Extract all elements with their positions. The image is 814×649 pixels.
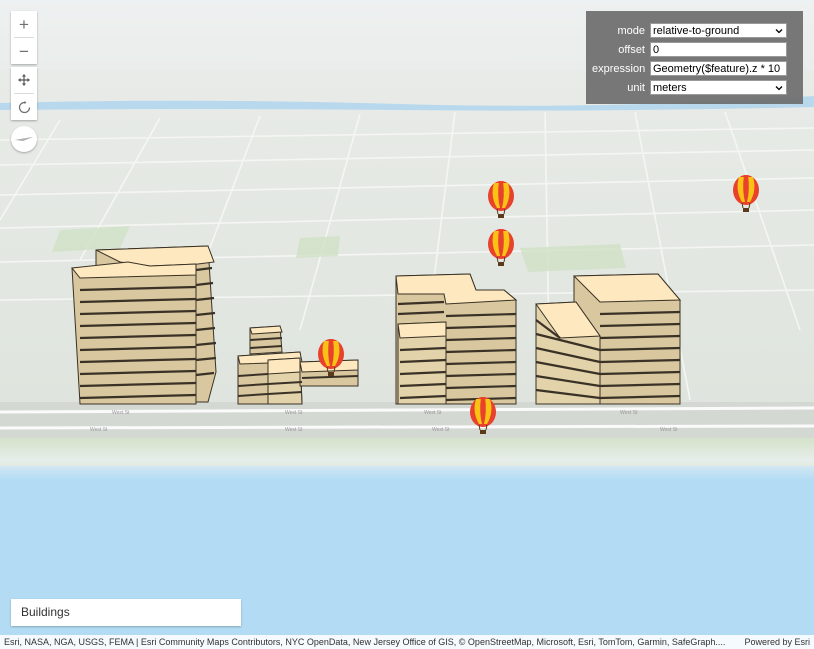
elevation-options-panel: mode relative-to-ground offset 0 express… [586,11,803,104]
chevron-down-icon [775,29,783,34]
move-arrows-icon [18,74,30,86]
minus-icon: − [19,41,29,61]
zoom-out-button[interactable]: − [11,38,37,64]
compass-icon [15,137,33,141]
rotate-button[interactable] [11,94,37,120]
mode-select-value: relative-to-ground [653,24,740,37]
expression-label: expression [592,62,646,75]
building-1[interactable] [71,245,217,405]
street-label: West St [112,410,130,416]
street-label: West St [90,427,108,433]
attribution-bar[interactable]: Esri, NASA, NGA, USGS, FEMA | Esri Commu… [0,635,814,649]
unit-row: unit meters [592,78,793,97]
building-3[interactable] [395,273,518,405]
expression-input[interactable]: Geometry($feature).z * 10 [650,61,787,76]
rotate-icon [18,100,30,113]
pan-button[interactable] [11,67,37,93]
chevron-down-icon [775,86,783,91]
street-label: West St [285,427,303,433]
mode-row: mode relative-to-ground [592,21,793,40]
expression-input-value: Geometry($feature).z * 10 [653,62,781,75]
offset-input-value: 0 [653,43,660,56]
offset-label: offset [618,43,645,56]
compass-button[interactable] [11,126,37,152]
unit-label: unit [627,81,645,94]
powered-by-link[interactable]: Powered by Esri [736,637,810,647]
street-label: West St [424,410,442,416]
street-label: West St [432,427,450,433]
plus-icon: + [19,14,29,34]
zoom-in-button[interactable]: + [11,11,37,37]
street-label: West St [660,427,678,433]
navigation-toggle [11,67,37,120]
street-label: West St [620,410,638,416]
horizon-haze [0,440,814,480]
mode-label: mode [617,24,645,37]
offset-input[interactable]: 0 [650,42,787,57]
attribution-text[interactable]: Esri, NASA, NGA, USGS, FEMA | Esri Commu… [4,637,736,647]
street-label: West St [285,410,303,416]
unit-select[interactable]: meters [650,80,787,95]
zoom-controls: + − [11,11,37,64]
legend-panel: Buildings [11,599,241,626]
expression-row: expression Geometry($feature).z * 10 [592,59,793,78]
legend-label: Buildings [21,605,70,619]
unit-select-value: meters [653,81,687,94]
offset-row: offset 0 [592,40,793,59]
mode-select[interactable]: relative-to-ground [650,23,787,38]
